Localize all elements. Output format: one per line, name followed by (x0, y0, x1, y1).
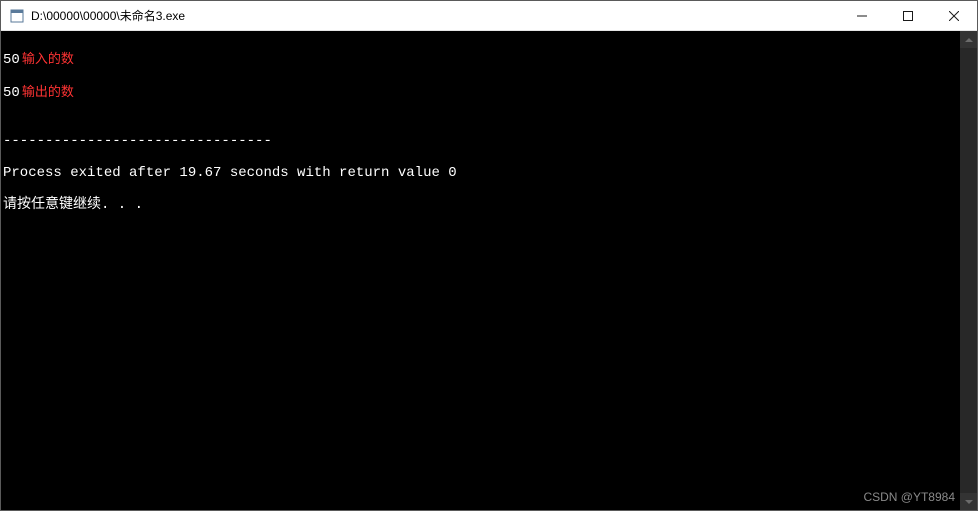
titlebar[interactable]: D:\00000\00000\未命名3.exe (1, 1, 977, 31)
vertical-scrollbar[interactable] (960, 31, 977, 510)
output-value: 50 (3, 85, 20, 101)
minimize-button[interactable] (839, 1, 885, 30)
watermark: CSDN @YT8984 (863, 490, 955, 504)
app-icon (9, 8, 25, 24)
process-exit-line: Process exited after 19.67 seconds with … (3, 165, 960, 181)
console-output[interactable]: 50输入的数 50输出的数 --------------------------… (1, 31, 960, 510)
maximize-button[interactable] (885, 1, 931, 30)
continue-prompt: 请按任意键继续. . . (3, 197, 960, 213)
application-window: D:\00000\00000\未命名3.exe 50输入的数 50输出的数 --… (0, 0, 978, 511)
input-value: 50 (3, 52, 20, 68)
input-annotation: 输入的数 (22, 51, 74, 66)
console-area: 50输入的数 50输出的数 --------------------------… (1, 31, 977, 510)
window-title: D:\00000\00000\未命名3.exe (31, 7, 839, 24)
close-button[interactable] (931, 1, 977, 30)
window-controls (839, 1, 977, 30)
scroll-down-button[interactable] (960, 493, 977, 510)
scroll-up-button[interactable] (960, 31, 977, 48)
output-annotation: 输出的数 (22, 84, 74, 99)
separator-line: -------------------------------- (3, 133, 960, 149)
